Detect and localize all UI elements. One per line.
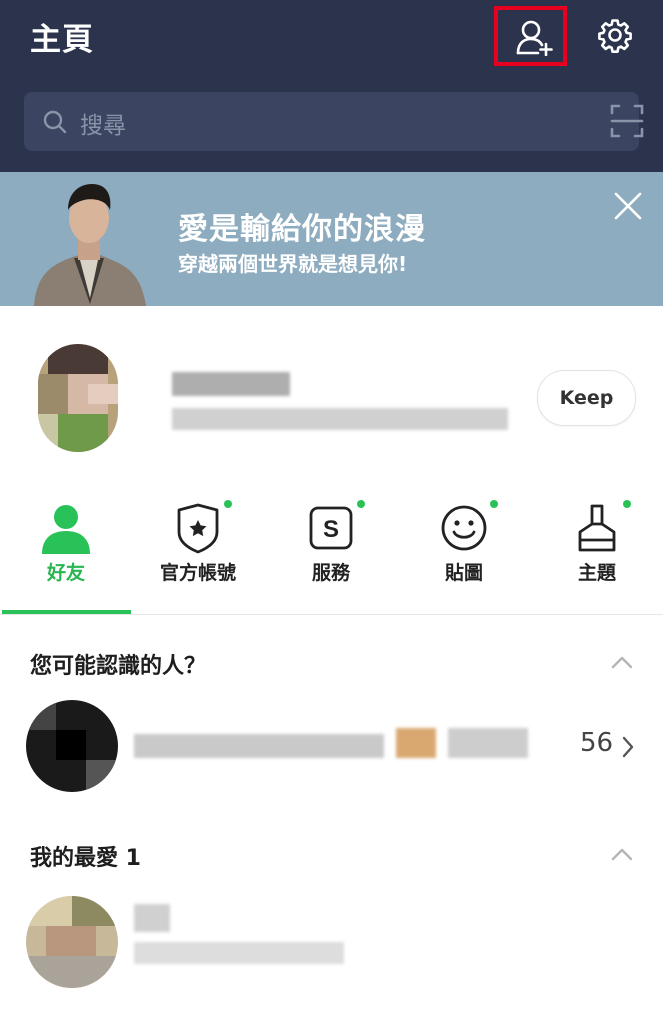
qr-scan-icon[interactable] xyxy=(610,104,644,138)
gear-icon xyxy=(598,19,632,53)
suggested-friends-row[interactable] xyxy=(0,696,663,792)
page-title: 主頁 xyxy=(30,22,94,58)
tab-label: 服務 xyxy=(311,562,350,584)
smiley-icon xyxy=(441,505,487,551)
category-tabs: 好友 官方帳號 S 服務 貼圖 主題 xyxy=(0,490,663,615)
keep-button[interactable]: Keep xyxy=(537,370,636,426)
tab-themes[interactable]: 主題 xyxy=(531,490,663,612)
brush-icon xyxy=(578,504,616,552)
suggestion-count: 56 xyxy=(580,728,614,758)
profile-status-blurred xyxy=(172,408,508,430)
profile-name-blurred xyxy=(172,372,290,396)
tab-official-accounts[interactable]: 官方帳號 xyxy=(132,490,264,612)
chevron-up-icon[interactable] xyxy=(610,846,634,862)
svg-text:S: S xyxy=(323,516,339,543)
search-placeholder: 搜尋 xyxy=(80,113,126,139)
promo-banner[interactable]: 愛是輸給你的浪漫 穿越兩個世界就是想見你! xyxy=(0,172,663,306)
banner-subtext: 穿越兩個世界就是想見你! xyxy=(178,252,408,276)
close-icon[interactable] xyxy=(612,190,644,222)
avatar xyxy=(26,700,118,792)
new-badge-dot xyxy=(623,500,631,508)
tab-label: 官方帳號 xyxy=(159,562,236,584)
tab-label: 貼圖 xyxy=(444,562,483,584)
add-friend-icon xyxy=(516,20,553,56)
search-bar[interactable]: 搜尋 xyxy=(24,92,644,151)
add-friend-button[interactable] xyxy=(494,6,567,66)
suggested-names-blurred xyxy=(134,734,384,758)
favorite-status-blurred xyxy=(134,942,344,964)
shield-star-icon xyxy=(177,503,219,554)
chevron-right-icon[interactable] xyxy=(621,735,635,759)
avatar xyxy=(26,896,118,988)
settings-button[interactable] xyxy=(597,17,633,57)
tab-services[interactable]: S 服務 xyxy=(265,490,397,612)
favorite-friend-row[interactable] xyxy=(0,890,663,988)
suggestions-title: 您可能認識的人？ xyxy=(30,654,207,679)
person-icon xyxy=(42,505,90,554)
tab-stickers[interactable]: 貼圖 xyxy=(398,490,530,612)
suggested-names-blurred-2 xyxy=(448,728,528,758)
favorite-name-blurred xyxy=(134,904,170,932)
active-tab-indicator xyxy=(2,610,131,614)
favorites-title: 我的最愛 1 xyxy=(30,846,141,871)
search-icon xyxy=(43,110,67,134)
my-profile-row[interactable]: Keep xyxy=(0,306,663,476)
avatar xyxy=(38,344,118,452)
tab-friends[interactable]: 好友 xyxy=(0,490,132,612)
actor-photo xyxy=(34,184,146,306)
suggested-thumb-blurred xyxy=(396,728,436,758)
new-badge-dot xyxy=(490,500,498,508)
chevron-up-icon[interactable] xyxy=(610,654,634,670)
tab-label: 好友 xyxy=(46,562,85,584)
new-badge-dot xyxy=(357,500,365,508)
new-badge-dot xyxy=(224,500,232,508)
tab-label: 主題 xyxy=(577,562,616,584)
top-header: 主頁 搜尋 xyxy=(0,0,663,172)
banner-headline: 愛是輸給你的浪漫 xyxy=(178,212,426,247)
service-s-icon: S xyxy=(309,506,353,550)
